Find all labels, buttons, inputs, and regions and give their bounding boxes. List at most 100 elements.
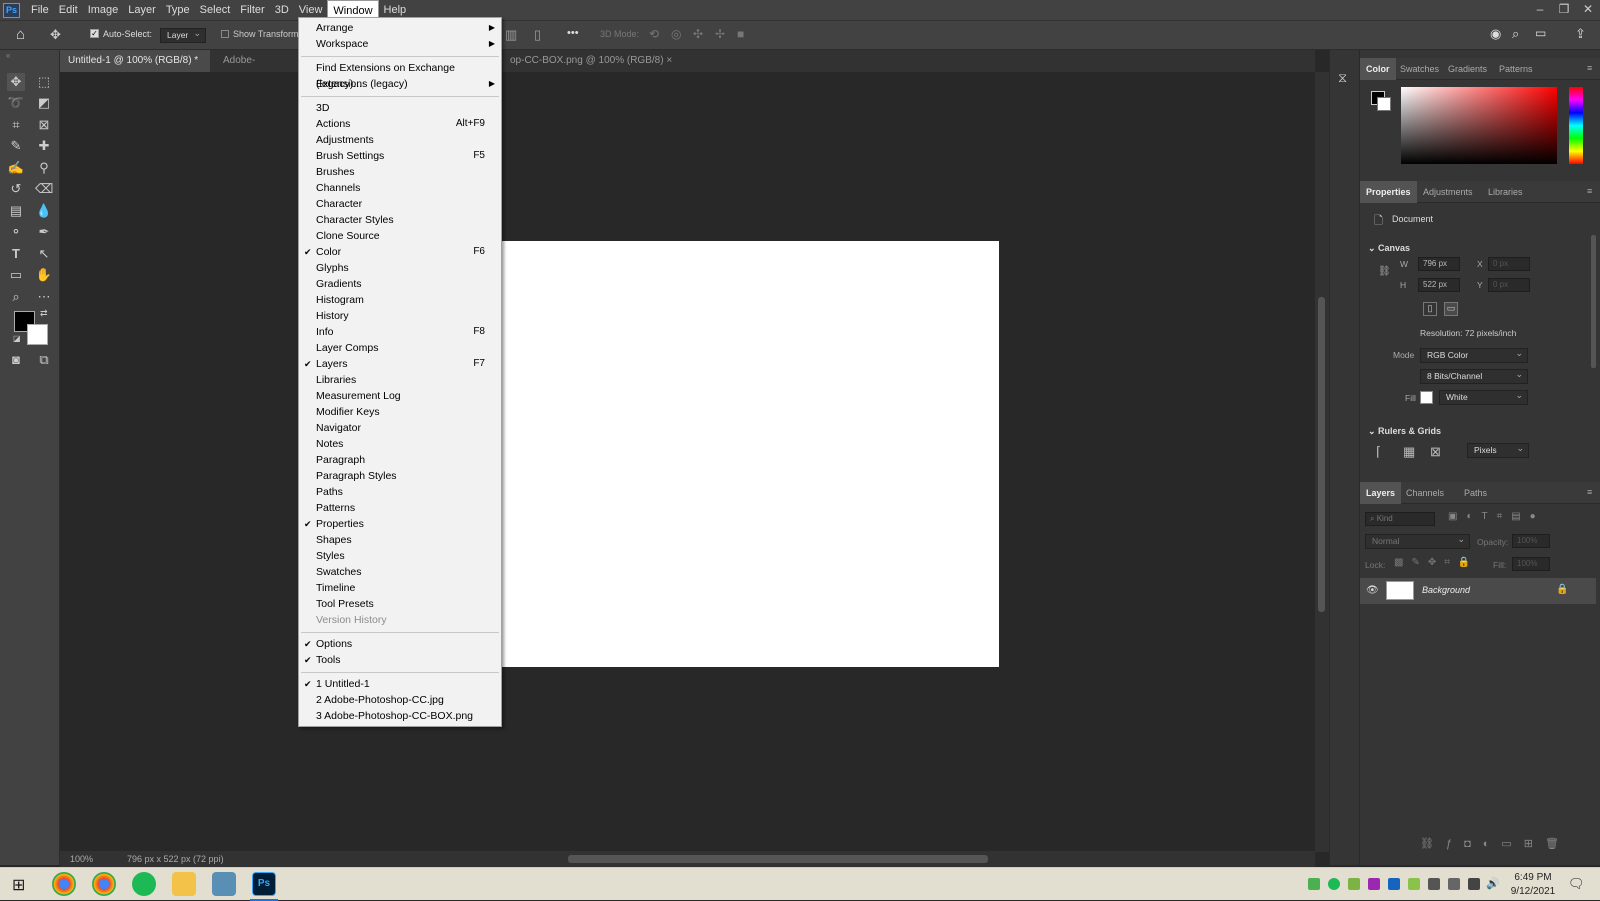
pen-tool-icon[interactable]: ✒ — [35, 223, 53, 241]
menu-item-arrange[interactable]: Arrange ▶ — [299, 20, 501, 36]
align-icon[interactable]: ▥ — [505, 27, 517, 43]
frame-tool-icon[interactable]: ⊠ — [35, 116, 53, 134]
menu-item-character[interactable]: Character — [299, 196, 501, 212]
background-color-swatch[interactable] — [27, 324, 48, 345]
link-icon[interactable]: ⛓ — [1378, 266, 1391, 277]
color-field[interactable] — [1401, 87, 1557, 164]
drive-tray-icon[interactable] — [1308, 878, 1320, 890]
layer-row[interactable]: 👁 Background 🔒 — [1360, 578, 1596, 604]
menu-item-actions[interactable]: Actions Alt+F9 — [299, 116, 501, 132]
document-canvas[interactable] — [492, 241, 999, 667]
photoshop-taskbar-icon[interactable]: Ps — [252, 872, 276, 896]
rulers-grids-section-title[interactable]: ⌄ Rulers & Grids — [1368, 426, 1441, 437]
minimize-button[interactable]: – — [1528, 0, 1552, 20]
zoom-level[interactable]: 100% — [70, 854, 93, 864]
tab-untitled-1[interactable]: Untitled-1 @ 100% (RGB/8) * × — [60, 50, 210, 88]
path-selection-tool-icon[interactable]: ↖ — [35, 245, 53, 263]
dodge-tool-icon[interactable]: ⚬ — [7, 223, 25, 241]
menu-item-clone-source[interactable]: Clone Source — [299, 228, 501, 244]
tab-properties[interactable]: Properties — [1360, 181, 1417, 203]
menu-item-layer-comps[interactable]: Layer Comps — [299, 340, 501, 356]
blend-mode-dropdown[interactable]: Normal — [1365, 533, 1470, 549]
menu-item-gradients[interactable]: Gradients — [299, 276, 501, 292]
object-select-tool-icon[interactable]: ◩ — [35, 94, 53, 112]
history-brush-tool-icon[interactable]: ↺ — [7, 180, 25, 198]
menu-item-timeline[interactable]: Timeline — [299, 580, 501, 596]
menu-item-3d[interactable]: 3D — [299, 100, 501, 116]
menu-item-libraries[interactable]: Libraries — [299, 372, 501, 388]
menu-item-brushes[interactable]: Brushes — [299, 164, 501, 180]
gradient-tool-icon[interactable]: ▤ — [7, 202, 25, 220]
menu-select[interactable]: Select — [195, 0, 236, 20]
share-icon[interactable]: ⇪ — [1575, 26, 1586, 42]
tab-color[interactable]: Color — [1360, 58, 1396, 80]
portrait-orientation-icon[interactable]: ▯ — [1423, 302, 1437, 316]
tab-layers[interactable]: Layers — [1360, 482, 1402, 504]
move-tool-icon[interactable]: ✥ — [7, 73, 25, 91]
opacity-field[interactable]: 100% — [1512, 534, 1550, 548]
brush-tool-icon[interactable]: ✍ — [7, 159, 25, 177]
tab-paths[interactable]: Paths — [1458, 482, 1493, 504]
menu-edit[interactable]: Edit — [54, 0, 83, 20]
tray-icon[interactable] — [1428, 878, 1440, 890]
tab-swatches[interactable]: Swatches — [1394, 58, 1445, 80]
roll-3d-icon[interactable]: ◎ — [671, 27, 681, 41]
chrome-icon[interactable] — [52, 872, 76, 896]
edit-toolbar-icon[interactable]: ⋯ — [35, 288, 53, 306]
menu-item-history[interactable]: History — [299, 308, 501, 324]
menu-item-properties[interactable]: ✔ Properties — [299, 516, 501, 532]
menu-item-options[interactable]: ✔ Options — [299, 636, 501, 652]
menu-file[interactable]: File — [26, 0, 54, 20]
move-tool-options-icon[interactable]: ✥ — [50, 27, 61, 43]
menu-item-shapes[interactable]: Shapes — [299, 532, 501, 548]
horizontal-scrollbar-thumb[interactable] — [568, 855, 988, 863]
menu-item-tool-presets[interactable]: Tool Presets — [299, 596, 501, 612]
tab-gradients[interactable]: Gradients — [1442, 58, 1493, 80]
spotify-tray-icon[interactable] — [1328, 878, 1340, 890]
eraser-tool-icon[interactable]: ⌫ — [35, 180, 53, 198]
canvas-section-title[interactable]: ⌄ Canvas — [1368, 243, 1410, 254]
x-field[interactable]: 0 px — [1488, 257, 1530, 271]
menu-item-3-adobe-photoshop-cc-box-png[interactable]: 3 Adobe-Photoshop-CC-BOX.png — [299, 708, 501, 724]
color-mode-dropdown[interactable]: RGB Color — [1420, 347, 1528, 363]
chrome-profile-icon[interactable] — [92, 872, 116, 896]
height-field[interactable]: 522 px — [1418, 278, 1460, 292]
menu-type[interactable]: Type — [161, 0, 195, 20]
menu-image[interactable]: Image — [83, 0, 124, 20]
distribute-icon[interactable]: ▯ — [534, 27, 541, 43]
menu-item-layers[interactable]: ✔ Layers F7 — [299, 356, 501, 372]
slide-3d-icon[interactable]: ✢ — [715, 27, 725, 41]
bit-depth-dropdown[interactable]: 8 Bits/Channel — [1420, 368, 1528, 384]
menu-layer[interactable]: Layer — [123, 0, 161, 20]
landscape-orientation-icon[interactable]: ▭ — [1444, 302, 1458, 316]
tab-patterns[interactable]: Patterns — [1493, 58, 1539, 80]
pan-3d-icon[interactable]: ✣ — [693, 27, 703, 41]
layer-filter-icons[interactable]: ▣◐T⌗▤● — [1448, 511, 1545, 522]
menu-item-1-untitled-1[interactable]: ✔ 1 Untitled-1 — [299, 676, 501, 692]
tab-close-icon[interactable]: × — [666, 55, 672, 66]
quick-mask-icon[interactable]: ◙ — [7, 351, 25, 369]
tray-icon[interactable] — [1348, 878, 1360, 890]
display-tray-icon[interactable] — [1468, 878, 1480, 890]
scrollbar-thumb[interactable] — [1318, 297, 1325, 612]
menu-item-extensions-legacy[interactable]: Extensions (legacy) ▶ — [299, 76, 501, 92]
healing-brush-tool-icon[interactable]: ✚ — [35, 137, 53, 155]
properties-scrollbar[interactable] — [1591, 235, 1596, 368]
volume-icon[interactable]: 🔊 — [1486, 877, 1500, 890]
fill-dropdown[interactable]: White — [1439, 389, 1528, 405]
layer-fill-field[interactable]: 100% — [1512, 557, 1550, 571]
menu-item-2-adobe-photoshop-cc-jpg[interactable]: 2 Adobe-Photoshop-CC.jpg — [299, 692, 501, 708]
menu-item-paragraph[interactable]: Paragraph — [299, 452, 501, 468]
panel-menu-icon[interactable]: ≡ — [1587, 487, 1597, 497]
rulers-icon[interactable]: ⌈ — [1376, 444, 1381, 460]
hand-tool-icon[interactable]: ✋ — [35, 266, 53, 284]
tray-icon[interactable] — [1368, 878, 1380, 890]
menu-item-navigator[interactable]: Navigator — [299, 420, 501, 436]
orbit-3d-icon[interactable]: ⟲ — [649, 27, 659, 41]
scale-3d-icon[interactable]: ■ — [737, 27, 744, 41]
windows-start-icon[interactable]: ⊞ — [12, 875, 25, 895]
auto-select-target-dropdown[interactable]: Layer — [160, 27, 206, 43]
y-field[interactable]: 0 px — [1488, 278, 1530, 292]
layer-name[interactable]: Background — [1422, 585, 1470, 595]
layer-actions-bar[interactable]: ⛓ƒ◘◐▭⊞🗑 — [1420, 837, 1571, 850]
